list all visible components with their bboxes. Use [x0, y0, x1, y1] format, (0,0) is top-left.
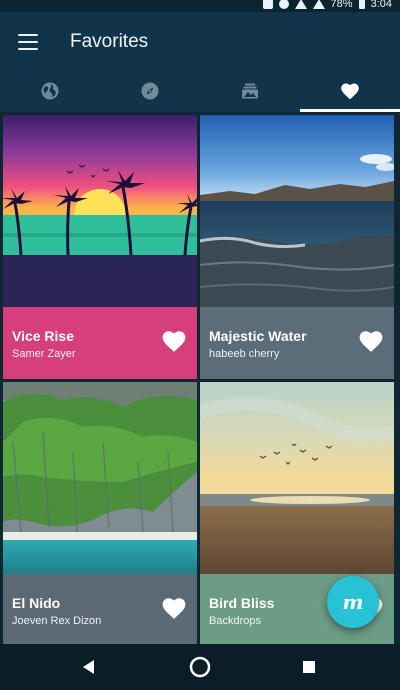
notification-icon: [262, 0, 273, 9]
recents-button[interactable]: [296, 654, 322, 680]
status-indicators: 78% 3:04: [262, 0, 392, 10]
fab-label: m: [342, 590, 364, 614]
home-button[interactable]: [187, 654, 213, 680]
tab-favorites[interactable]: [300, 70, 400, 112]
card-title: El Nido: [12, 595, 61, 611]
favorite-heart-icon[interactable]: [161, 329, 187, 353]
card-caption: Vice Rise Samer Zayer: [3, 307, 197, 379]
card-author: Samer Zayer: [12, 348, 76, 360]
wallpaper-card[interactable]: Majestic Water habeeb cherry: [200, 115, 394, 379]
battery-level: 78%: [330, 0, 353, 10]
favorite-heart-icon[interactable]: [161, 596, 187, 620]
page-title: Favorites: [70, 31, 149, 52]
heart-icon: [341, 83, 359, 100]
status-bar: 78% 3:04: [0, 0, 400, 12]
wallpaper-card[interactable]: El Nido Joeven Rex Dizon: [3, 382, 197, 646]
back-icon: [83, 660, 94, 674]
back-button[interactable]: [75, 654, 101, 680]
tab-bar: [0, 70, 400, 112]
tab-explore[interactable]: [0, 70, 100, 112]
card-title: Majestic Water: [209, 328, 307, 344]
battery-icon: [358, 0, 365, 9]
card-title: Bird Bliss: [209, 595, 275, 611]
wallpaper-thumbnail: [200, 382, 394, 574]
system-navigation-bar: [0, 644, 400, 690]
menu-icon[interactable]: [18, 34, 38, 50]
tab-discover[interactable]: [100, 70, 200, 112]
signal-icon: [312, 0, 325, 9]
compass-icon: [141, 82, 159, 100]
wallpaper-thumbnail: [3, 115, 197, 307]
card-caption: Majestic Water habeeb cherry: [200, 307, 394, 379]
wallpaper-thumbnail: [200, 115, 394, 307]
card-author: Joeven Rex Dizon: [12, 615, 102, 627]
favorite-heart-icon[interactable]: [358, 329, 384, 353]
app-menu-fab[interactable]: m: [327, 576, 379, 628]
card-title: Vice Rise: [12, 328, 75, 344]
wifi-icon: [294, 0, 307, 9]
app-bar: Favorites: [0, 12, 400, 70]
wallpaper-card[interactable]: Vice Rise Samer Zayer: [3, 115, 197, 379]
clock: 3:04: [370, 0, 392, 10]
home-icon: [189, 656, 211, 678]
favorites-grid: Vice Rise Samer Zayer Majestic Water hab…: [0, 112, 400, 646]
alarm-icon: [278, 0, 289, 9]
globe-icon: [41, 82, 59, 100]
tab-collections[interactable]: [200, 70, 300, 112]
gallery-icon: [242, 83, 258, 99]
card-author: habeeb cherry: [209, 348, 280, 360]
wallpaper-thumbnail: [3, 382, 197, 574]
card-author: Backdrops: [209, 615, 261, 627]
recents-icon: [303, 661, 315, 673]
card-caption: El Nido Joeven Rex Dizon: [3, 574, 197, 646]
